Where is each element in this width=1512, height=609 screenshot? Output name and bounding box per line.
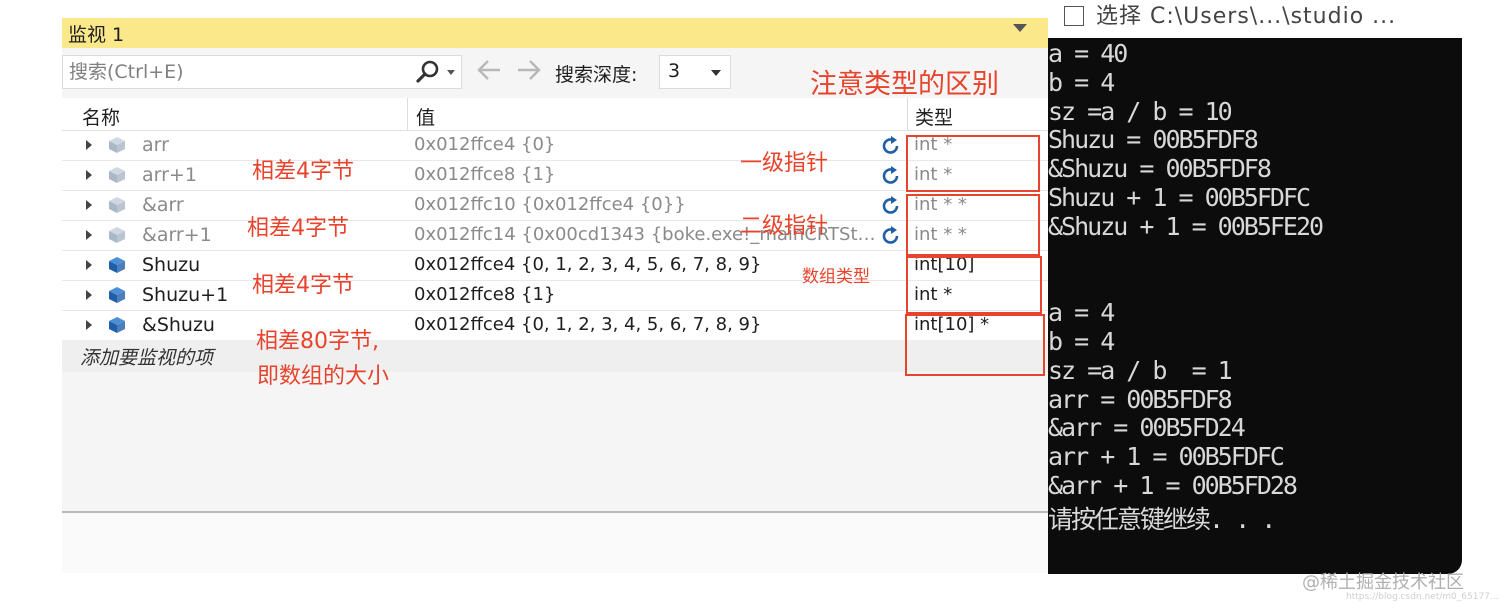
watch-title: 监视 1 xyxy=(68,24,125,46)
annotation-type-difference: 注意类型的区别 xyxy=(810,69,999,100)
annotation-diff-4-bytes: 相差4字节 xyxy=(252,273,354,298)
console-line: arr + 1 = 00B5FDFC xyxy=(1048,442,1285,472)
watch-title-bar: 监视 1 xyxy=(62,18,1048,48)
column-header-name[interactable]: 名称 xyxy=(82,103,120,130)
watch-item-name[interactable]: &arr xyxy=(142,194,184,216)
console-line: sz =a / b = 1 xyxy=(1048,355,1233,385)
table-row[interactable]: &arr 0x012ffc10 {0x012ffce4 {0}} int * * xyxy=(62,191,1048,221)
console-line: &arr = 00B5FD24 xyxy=(1048,413,1246,443)
annotation-level1-pointer: 一级指针 xyxy=(740,151,829,176)
console-line: b = 4 xyxy=(1048,327,1115,356)
object-cube-icon xyxy=(109,197,125,213)
refresh-icon[interactable] xyxy=(880,135,902,157)
console-window-icon xyxy=(1064,6,1084,26)
refresh-icon[interactable] xyxy=(880,225,902,247)
search-forward-arrow-icon[interactable] xyxy=(514,56,544,84)
console-line: arr = 00B5FDF8 xyxy=(1048,384,1233,414)
expand-arrow-icon[interactable] xyxy=(86,320,92,330)
object-cube-icon xyxy=(109,317,125,333)
table-row[interactable]: arr+1 0x012ffce8 {1} int * xyxy=(62,161,1048,191)
search-depth-value: 3 xyxy=(668,60,681,82)
highlight-box-array xyxy=(906,256,1042,314)
expand-arrow-icon[interactable] xyxy=(86,170,92,180)
watch-item-name[interactable]: Shuzu xyxy=(142,254,200,276)
annotation-array-size: 即数组的大小 xyxy=(257,364,390,389)
expand-arrow-icon[interactable] xyxy=(86,230,92,240)
watch-item-name[interactable]: arr xyxy=(142,134,169,156)
console-line: a = 40 xyxy=(1048,39,1128,68)
column-header-value[interactable]: 值 xyxy=(416,103,435,130)
expand-arrow-icon[interactable] xyxy=(86,260,92,270)
highlight-box-int-pointer xyxy=(906,135,1040,192)
watermark: @稀土掘金技术社区 xyxy=(1302,572,1464,593)
search-box xyxy=(62,55,462,89)
lower-pane xyxy=(62,513,1048,573)
console-title-bar: 选择 C:\Users\...\studio ... xyxy=(1048,0,1462,38)
add-watch-item-label: 添加要监视的项 xyxy=(80,347,214,369)
column-resize-handle[interactable] xyxy=(407,98,408,130)
console-line: a = 4 xyxy=(1048,298,1115,328)
annotation-diff-4-bytes: 相差4字节 xyxy=(252,159,354,184)
watch-grid: 名称 值 类型 arr 0x012ffce4 {0} int * arr+1 0x012… xyxy=(62,98,1048,518)
console-line: sz =a / b = 10 xyxy=(1048,96,1233,126)
console-output: a = 40 b = 4 sz =a / b = 10 Shuzu = 00B5FDF… xyxy=(1048,38,1462,574)
annotation-diff-80-bytes: 相差80字节, xyxy=(256,329,379,354)
watermark-url: https://blog.csdn.net/m0_65177... xyxy=(1346,592,1499,602)
column-resize-handle[interactable] xyxy=(907,98,908,130)
table-row[interactable]: arr 0x012ffce4 {0} int * xyxy=(62,131,1048,161)
console-line: &Shuzu + 1 = 00B5FE20 xyxy=(1048,211,1324,241)
expand-arrow-icon[interactable] xyxy=(86,290,92,300)
table-row[interactable]: &Shuzu 0x012ffce4 {0, 1, 2, 3, 4, 5, 6, 7… xyxy=(62,311,1048,341)
console-line: Shuzu = 00B5FDF8 xyxy=(1048,125,1259,155)
annotation-level2-pointer: 二级指针 xyxy=(740,214,829,239)
window-menu-dropdown-icon[interactable] xyxy=(1013,24,1027,32)
watch-window: 监视 1 搜索深度: 3 名称 值 xyxy=(62,18,1049,573)
watch-item-name[interactable]: Shuzu+1 xyxy=(142,284,228,306)
chevron-down-icon xyxy=(711,70,721,76)
console-line: &arr + 1 = 00B5FD28 xyxy=(1048,471,1298,500)
table-row[interactable]: &arr+1 0x012ffc14 {0x00cd1343 {boke.exe!_… xyxy=(62,221,1048,251)
watch-item-value[interactable]: 0x012ffce4 {0, 1, 2, 3, 4, 5, 6, 7, 8, 9… xyxy=(414,314,884,335)
console-line: 请按任意键继续. . . xyxy=(1048,504,1276,534)
table-row[interactable]: Shuzu+1 0x012ffce8 {1} int * xyxy=(62,281,1048,311)
console-line: &Shuzu = 00B5FDF8 xyxy=(1048,154,1272,184)
table-row[interactable]: Shuzu 0x012ffce4 {0, 1, 2, 3, 4, 5, 6, 7,… xyxy=(62,251,1048,281)
watch-item-name[interactable]: &arr+1 xyxy=(142,224,212,246)
search-back-arrow-icon[interactable] xyxy=(474,56,504,84)
highlight-box-array-pointer xyxy=(905,314,1045,376)
console-line: Shuzu + 1 = 00B5FDFC xyxy=(1048,183,1311,212)
object-cube-icon xyxy=(109,167,125,183)
refresh-icon[interactable] xyxy=(880,165,902,187)
watch-item-value[interactable]: 0x012ffce8 {1} xyxy=(414,284,884,305)
object-cube-icon xyxy=(109,287,125,303)
highlight-box-int-double-pointer xyxy=(906,194,1040,256)
object-cube-icon xyxy=(109,137,125,153)
refresh-icon[interactable] xyxy=(880,195,902,217)
column-header-type[interactable]: 类型 xyxy=(915,103,953,130)
grid-header: 名称 值 类型 xyxy=(62,98,1048,131)
search-depth-label: 搜索深度: xyxy=(555,64,638,86)
watch-item-name[interactable]: &Shuzu xyxy=(142,314,215,336)
add-watch-item-row[interactable]: 添加要监视的项 xyxy=(62,340,1048,372)
watch-rows: arr 0x012ffce4 {0} int * arr+1 0x012ffce8 {1… xyxy=(62,131,1048,371)
console-line: b = 4 xyxy=(1048,67,1115,97)
object-cube-icon xyxy=(109,257,125,273)
expand-arrow-icon[interactable] xyxy=(86,200,92,210)
search-depth-select[interactable]: 3 xyxy=(659,55,731,89)
watch-item-name[interactable]: arr+1 xyxy=(142,164,197,186)
search-options-dropdown-icon[interactable] xyxy=(447,70,455,75)
annotation-diff-4-bytes: 相差4字节 xyxy=(247,216,349,241)
annotation-array-type: 数组类型 xyxy=(802,267,870,287)
search-icon[interactable] xyxy=(414,59,442,85)
expand-arrow-icon[interactable] xyxy=(86,140,92,150)
object-cube-icon xyxy=(109,227,125,243)
search-input[interactable] xyxy=(67,59,401,85)
console-title: 选择 C:\Users\...\studio ... xyxy=(1096,4,1397,29)
